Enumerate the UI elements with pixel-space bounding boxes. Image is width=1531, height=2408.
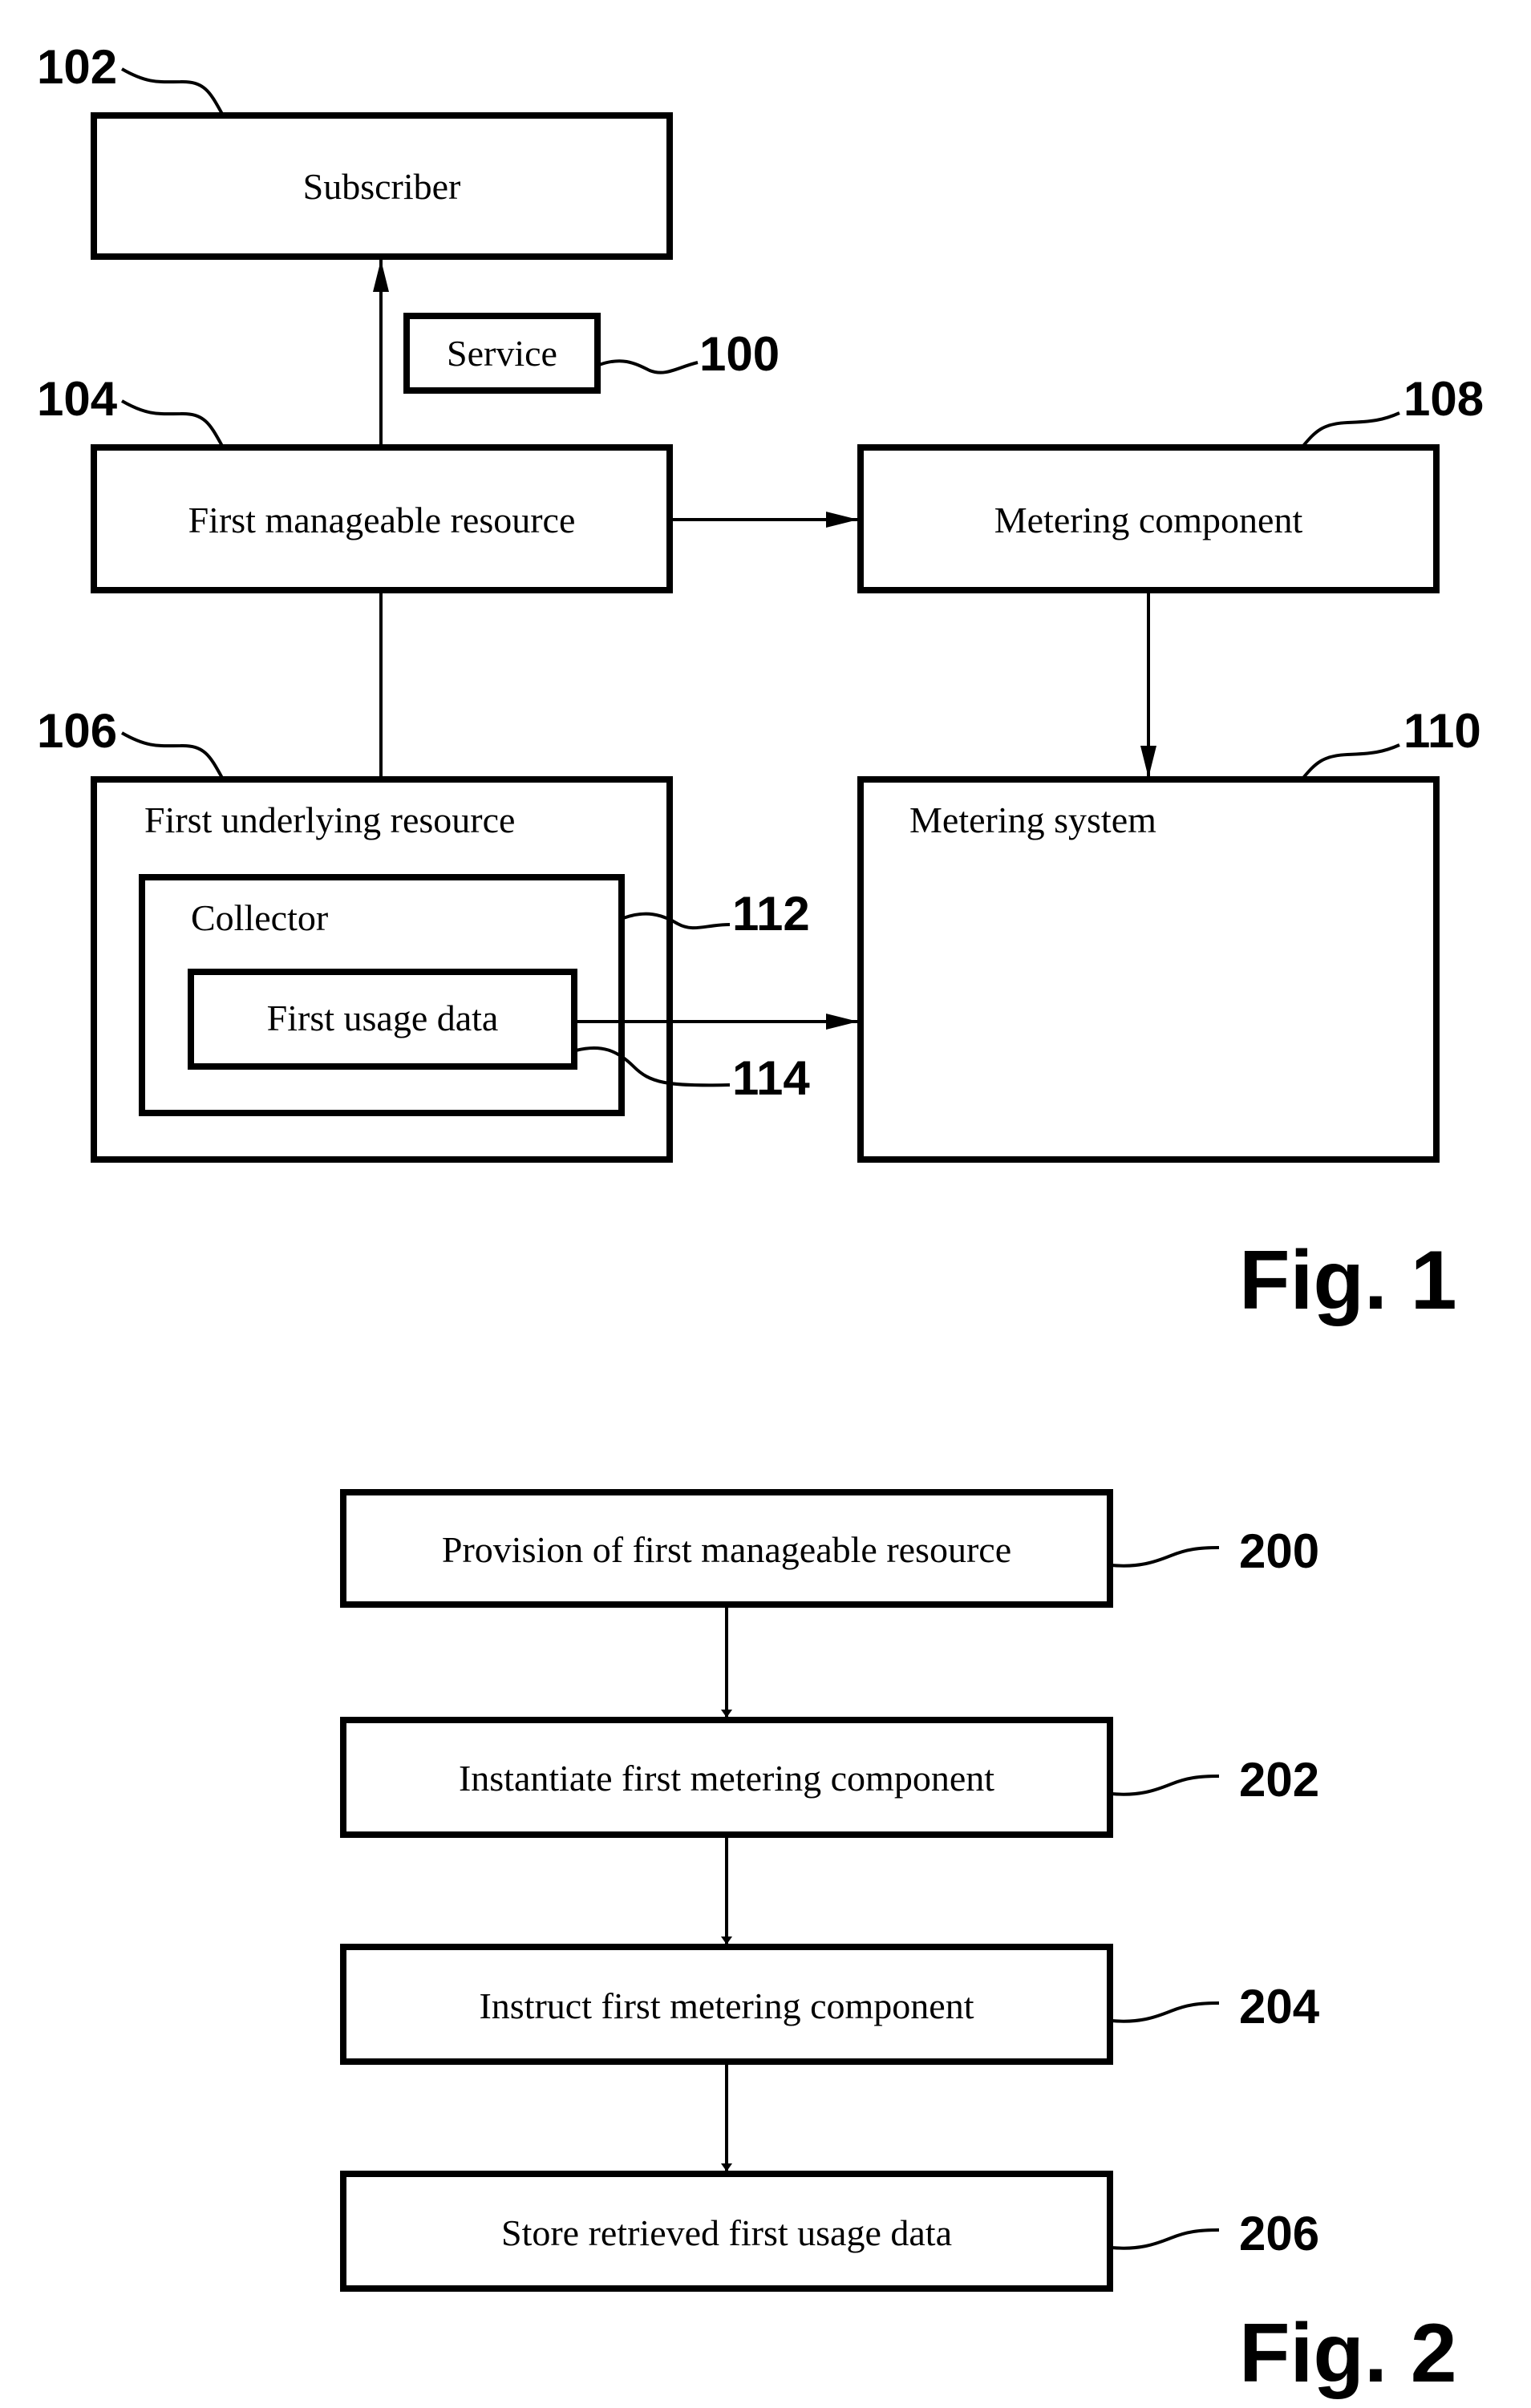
ref-206: 206 bbox=[1239, 2207, 1319, 2260]
ref-108: 108 bbox=[1403, 372, 1484, 426]
first-manageable-resource-label: First manageable resource bbox=[188, 500, 576, 540]
step-204-label: Instruct first metering component bbox=[479, 1985, 974, 2026]
ref-202: 202 bbox=[1239, 1753, 1319, 1807]
ref-106: 106 bbox=[37, 704, 117, 758]
first-manageable-resource-block: First manageable resource 104 bbox=[37, 372, 673, 593]
first-usage-data-block: First usage data 114 bbox=[188, 969, 810, 1105]
flow-step: Provision of first manageable resource 2… bbox=[340, 1489, 1319, 1608]
step-202-label: Instantiate first metering component bbox=[459, 1758, 994, 1799]
ref-200: 200 bbox=[1239, 1524, 1319, 1578]
metering-system-label: Metering system bbox=[909, 799, 1156, 840]
service-block: Service 100 bbox=[403, 313, 780, 394]
flow-step: Instantiate first metering component 202 bbox=[340, 1717, 1319, 1838]
leader-200 bbox=[1111, 1546, 1220, 1568]
flow-step: Store retrieved first usage data 206 bbox=[340, 2171, 1319, 2292]
figure-2-caption: Fig. 2 bbox=[1239, 2307, 1457, 2400]
ref-114: 114 bbox=[732, 1051, 810, 1105]
figure-1: Subscriber 102 Service 100 First managea… bbox=[37, 40, 1484, 1327]
leader-104 bbox=[121, 399, 224, 447]
leader-102 bbox=[121, 67, 224, 115]
metering-component-label: Metering component bbox=[994, 500, 1303, 540]
ref-104: 104 bbox=[37, 372, 118, 426]
metering-component-block: Metering component 108 bbox=[857, 372, 1484, 593]
figure-2: Provision of first manageable resource 2… bbox=[340, 1489, 1457, 2400]
leader-206 bbox=[1111, 2228, 1220, 2250]
leader-110 bbox=[1302, 743, 1400, 779]
step-206-label: Store retrieved first usage data bbox=[501, 2212, 952, 2253]
collector-label: Collector bbox=[191, 897, 328, 938]
collector-block: Collector 112 bbox=[139, 874, 810, 1116]
ref-102: 102 bbox=[37, 40, 117, 94]
step-200-label: Provision of first manageable resource bbox=[442, 1529, 1011, 1570]
leader-204 bbox=[1111, 2001, 1220, 2023]
leader-114 bbox=[575, 1046, 731, 1087]
leader-112 bbox=[622, 912, 731, 930]
ref-112: 112 bbox=[732, 887, 810, 941]
subscriber-label: Subscriber bbox=[303, 166, 461, 207]
patent-drawing-sheet: Subscriber 102 Service 100 First managea… bbox=[37, 40, 1484, 2400]
first-underlying-resource-block: First underlying resource 106 bbox=[37, 704, 673, 1163]
ref-204: 204 bbox=[1239, 1980, 1320, 2034]
leader-108 bbox=[1302, 411, 1400, 447]
ref-110: 110 bbox=[1403, 704, 1481, 758]
ref-100: 100 bbox=[699, 327, 780, 381]
first-underlying-resource-label: First underlying resource bbox=[144, 799, 515, 840]
service-label: Service bbox=[447, 333, 557, 374]
metering-system-block: Metering system 110 bbox=[857, 704, 1481, 1163]
first-usage-data-label: First usage data bbox=[267, 998, 499, 1038]
subscriber-block: Subscriber 102 bbox=[37, 40, 673, 260]
leader-100 bbox=[598, 359, 699, 374]
figure-1-caption: Fig. 1 bbox=[1239, 1234, 1457, 1327]
flow-step: Instruct first metering component 204 bbox=[340, 1944, 1320, 2065]
leader-106 bbox=[121, 731, 224, 779]
leader-202 bbox=[1111, 1775, 1220, 1796]
